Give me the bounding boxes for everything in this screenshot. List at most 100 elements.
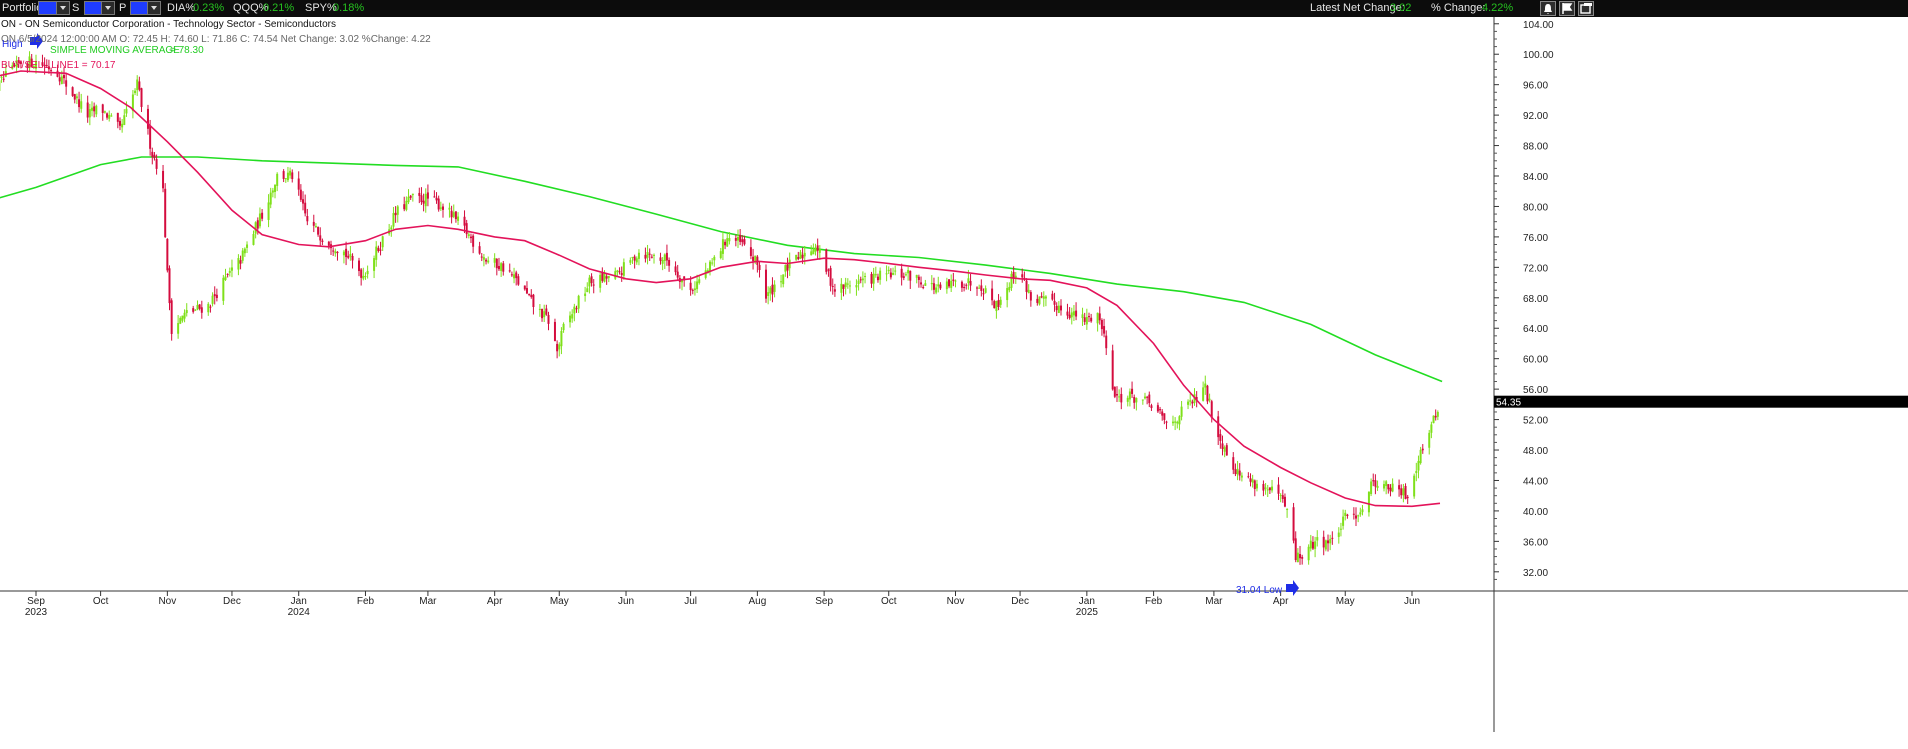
candle-body <box>1428 432 1431 448</box>
candle-body <box>709 261 712 272</box>
candle-body <box>902 276 905 278</box>
candle-body <box>726 238 729 247</box>
candle-body <box>162 170 165 189</box>
candle-body <box>855 285 858 288</box>
candle-body <box>1068 314 1071 319</box>
candle-body <box>1251 479 1254 483</box>
candle-body <box>441 206 444 210</box>
candle-body <box>1324 540 1327 550</box>
p-dropdown-icon[interactable] <box>147 1 161 15</box>
candle-body <box>864 275 867 277</box>
candle-body <box>299 189 302 200</box>
candle-body <box>121 123 124 128</box>
candle-body <box>590 276 593 284</box>
x-tick-label: Jan <box>1079 596 1095 607</box>
candle-body <box>1357 515 1360 517</box>
candle-body <box>1301 556 1304 559</box>
candle-body <box>411 193 414 196</box>
candle-body <box>467 234 470 236</box>
candle-body <box>75 96 78 99</box>
candle-body <box>1337 532 1340 537</box>
candle-body <box>261 212 264 219</box>
candle-body <box>228 271 231 273</box>
high-marker-label: High <box>2 39 23 50</box>
candle-body <box>620 273 623 275</box>
candle-body <box>1255 483 1258 489</box>
x-tick-label: Jan <box>291 596 307 607</box>
candle-body <box>71 87 74 96</box>
candle-body <box>978 287 981 289</box>
candle-body <box>332 250 335 252</box>
candle-body <box>1156 405 1159 412</box>
candle-body <box>151 151 154 157</box>
sma-legend-value: = 78.30 <box>170 45 204 56</box>
candle-body <box>1383 484 1386 489</box>
candle-body <box>183 312 186 319</box>
candle-body <box>269 192 272 205</box>
candle-body <box>1187 401 1190 405</box>
portfolio-dropdown-icon[interactable] <box>56 1 70 15</box>
candle-body <box>465 223 468 235</box>
candle-body <box>1206 385 1209 402</box>
ticker-dia-value: 0.23% <box>193 2 225 14</box>
candle-body <box>915 274 918 278</box>
candle-body <box>736 236 739 241</box>
candle-body <box>900 268 903 278</box>
candle-body <box>108 114 111 119</box>
candle-body <box>739 235 742 242</box>
candle-body <box>616 270 619 273</box>
candle-body <box>894 270 897 272</box>
candle-body <box>426 192 429 199</box>
candle-body <box>1105 335 1108 349</box>
candle-body <box>1128 391 1131 400</box>
p-color-swatch[interactable] <box>130 1 148 15</box>
candle-body <box>1053 300 1056 305</box>
candle-body <box>1202 387 1205 401</box>
candle-body <box>861 278 864 281</box>
ticker-dia-name[interactable]: DIA% <box>167 2 195 14</box>
candle-body <box>1163 413 1166 420</box>
candle-body <box>1342 516 1345 526</box>
candle-body <box>592 284 595 286</box>
candle-body <box>407 196 410 203</box>
s-color-swatch[interactable] <box>84 1 102 15</box>
window-icon[interactable] <box>1578 1 1594 16</box>
s-dropdown-icon[interactable] <box>101 1 115 15</box>
candle-body <box>556 343 559 352</box>
candle-body <box>93 106 96 112</box>
bell-icon[interactable] <box>1540 1 1556 16</box>
candle-body <box>991 288 994 301</box>
price-chart[interactable]: 104.00 100.00 96.00 92.00 88.00 84.00 80.00 76.… <box>0 17 1908 749</box>
last-price-box <box>1494 395 1908 408</box>
candle-body <box>937 284 940 287</box>
candle-body <box>1131 388 1134 394</box>
candle-body <box>213 294 216 297</box>
candle-body <box>562 323 565 331</box>
candle-body <box>1421 448 1424 451</box>
candle-body <box>58 77 61 82</box>
candle-body <box>1060 305 1063 311</box>
candle-body <box>833 289 836 292</box>
candle-body <box>1038 296 1041 305</box>
candle-body <box>405 200 408 210</box>
portfolio-label[interactable]: Portfolio <box>2 2 42 14</box>
candle-body <box>1370 481 1373 495</box>
candle-body <box>396 206 399 215</box>
candle-body <box>1072 311 1075 316</box>
candle-body <box>166 238 169 271</box>
candle-body <box>842 284 845 289</box>
candle-body <box>892 273 895 275</box>
y-tick-label: 76.00 <box>1523 233 1548 244</box>
flag-icon[interactable] <box>1559 1 1575 16</box>
y-tick-label: 36.00 <box>1523 537 1548 548</box>
candle-body <box>622 262 625 276</box>
candle-body <box>1143 396 1146 399</box>
candle-body <box>198 304 201 309</box>
candle-body <box>1165 421 1168 423</box>
candle-body <box>146 108 149 129</box>
candle-body <box>984 288 987 293</box>
candle-body <box>633 256 636 261</box>
x-tick-label: Feb <box>1145 596 1163 607</box>
bsl-legend-label: BUY/SELL LINE1 = 70.17 <box>1 60 116 71</box>
portfolio-color-swatch[interactable] <box>38 1 58 15</box>
